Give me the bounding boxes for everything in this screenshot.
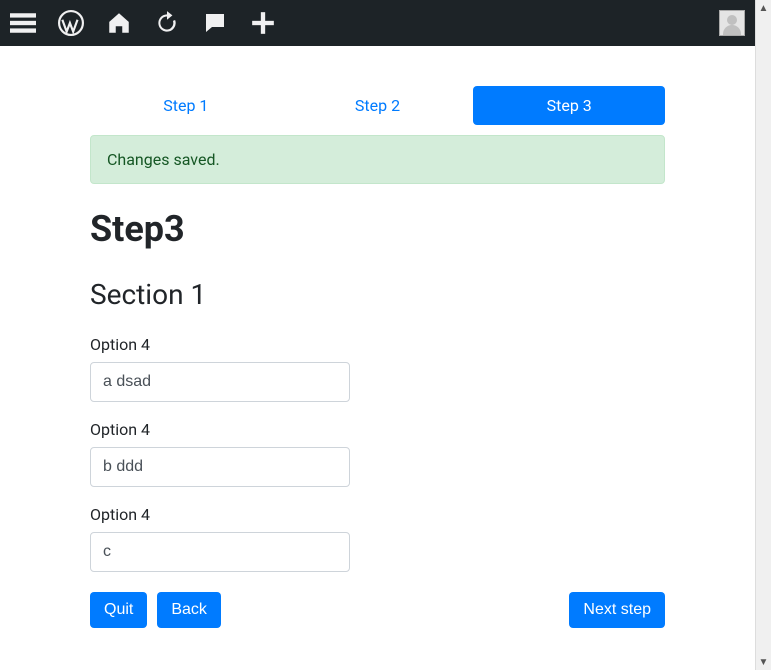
home-icon[interactable]: [106, 10, 132, 36]
refresh-icon[interactable]: [154, 10, 180, 36]
page-title: Step3: [90, 208, 665, 250]
field-group-3: Option 4: [90, 505, 665, 572]
step-2-tab[interactable]: Step 2: [282, 86, 474, 125]
field-2-label: Option 4: [90, 420, 665, 439]
success-alert: Changes saved.: [90, 135, 665, 184]
field-3-input[interactable]: [90, 532, 350, 572]
step-1-tab[interactable]: Step 1: [90, 86, 282, 125]
admin-bar: [0, 0, 755, 46]
menu-icon[interactable]: [10, 10, 36, 36]
field-2-input[interactable]: [90, 447, 350, 487]
scroll-down-arrow[interactable]: ▼: [756, 654, 771, 670]
avatar[interactable]: [719, 10, 745, 36]
field-group-1: Option 4: [90, 335, 665, 402]
plus-icon[interactable]: [250, 10, 276, 36]
action-row: Quit Back Next step: [90, 592, 665, 628]
scroll-up-arrow[interactable]: ▲: [756, 0, 771, 16]
section-title: Section 1: [90, 278, 665, 311]
field-1-input[interactable]: [90, 362, 350, 402]
vertical-scrollbar[interactable]: ▲ ▼: [755, 0, 771, 670]
back-button[interactable]: Back: [157, 592, 221, 628]
wordpress-icon[interactable]: [58, 10, 84, 36]
field-1-label: Option 4: [90, 335, 665, 354]
page-content: Step 1 Step 2 Step 3 Changes saved. Step…: [0, 46, 755, 668]
step-nav: Step 1 Step 2 Step 3: [90, 86, 665, 125]
field-3-label: Option 4: [90, 505, 665, 524]
field-group-2: Option 4: [90, 420, 665, 487]
comment-icon[interactable]: [202, 10, 228, 36]
step-3-tab[interactable]: Step 3: [473, 86, 665, 125]
next-step-button[interactable]: Next step: [569, 592, 665, 628]
quit-button[interactable]: Quit: [90, 592, 147, 628]
